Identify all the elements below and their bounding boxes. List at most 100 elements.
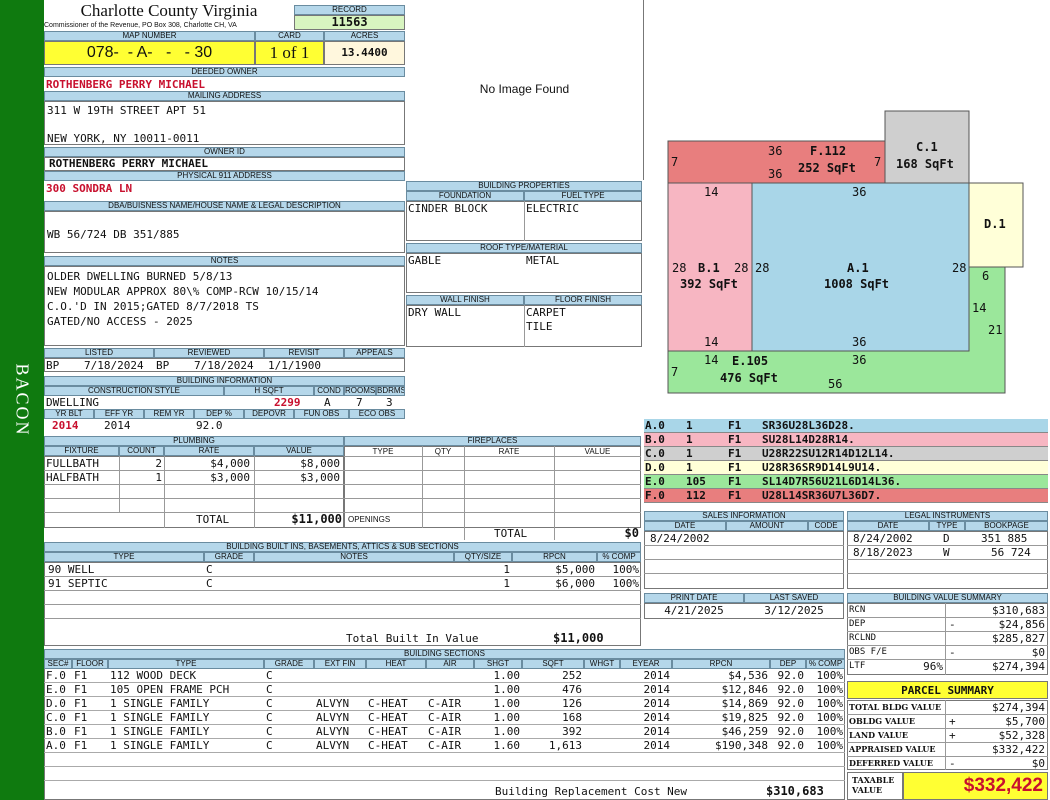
parcel-value: $5,700 <box>1005 715 1045 728</box>
building-properties: BUILDING PROPERTIES FOUNDATION FUEL TYPE… <box>406 181 642 347</box>
builtin-comp: 100% <box>612 563 640 576</box>
sketch-label: 1008 SqFt <box>824 277 889 291</box>
bdrms-value: 3 <box>386 396 393 409</box>
plumbing-total: $11,000 <box>291 512 342 526</box>
section-cell: 476 <box>562 683 582 696</box>
sale-date: 8/24/2002 <box>650 532 710 545</box>
sketch-dim: 7 <box>671 155 678 169</box>
section-cell: E.0 <box>46 683 66 696</box>
parcel-op: + <box>949 715 956 728</box>
bvs-value: $274,394 <box>992 660 1045 673</box>
bvs-value: $0 <box>1031 646 1045 659</box>
hsqft-label: H SQFT <box>224 386 314 396</box>
section-cell: 252 <box>562 669 582 682</box>
section-cell: 100% <box>816 683 844 696</box>
wall-value: DRY WALL <box>408 306 461 319</box>
legend-desc: SR36U28L36D28. <box>762 419 855 432</box>
builtins-total: $11,000 <box>553 631 604 645</box>
hsqft-value: 2299 <box>274 396 301 409</box>
legend-count: 1 <box>686 447 693 460</box>
print-section: PRINT DATE LAST SAVED 4/21/2025 3/12/202… <box>644 593 844 619</box>
sales-header: CODE <box>808 521 844 531</box>
sections-header: SQFT <box>522 659 584 669</box>
bvs-op: 96% <box>923 660 943 673</box>
fuel-label: FUEL TYPE <box>524 191 642 201</box>
legal-header: DATE <box>847 521 929 531</box>
section-cell: 1 SINGLE FAMILY <box>110 711 210 724</box>
sketch-dim: 36 <box>852 185 866 199</box>
dba-label: DBA/BUISNESS NAME/HOUSE NAME & LEGAL DES… <box>44 201 405 211</box>
builtins-section: BUILDING BUILT INS, BASEMENTS, ATTICS & … <box>44 542 641 646</box>
section-cell: C.0 <box>46 711 66 724</box>
taxable-label-line: TAXABLE <box>852 775 895 785</box>
foundation-label: FOUNDATION <box>406 191 524 201</box>
sketch-dim: 36 <box>768 167 782 181</box>
print-date: 4/21/2025 <box>664 604 724 617</box>
sales-label: SALES INFORMATION <box>644 511 844 521</box>
reviewed-label: REVIEWED <box>154 348 264 358</box>
section-cell: $4,536 <box>728 669 768 682</box>
sketch-dim: 36 <box>768 144 782 158</box>
reviewed-by: BP <box>156 359 170 372</box>
section-cell: 112 WOOD DECK <box>110 669 197 682</box>
owner-id-label: OWNER ID <box>44 147 405 157</box>
section-cell: F1 <box>74 739 88 752</box>
sections-header: AIR <box>426 659 474 669</box>
cond-value: A <box>324 396 331 409</box>
plumbing-header: VALUE <box>254 446 344 456</box>
builtin-type: 90 WELL <box>48 563 95 576</box>
legend-row: B.0 1 F1 SU28L14D28R14. <box>644 433 1048 447</box>
section-cell: 100% <box>816 669 844 682</box>
section-cell: $46,259 <box>721 725 768 738</box>
sketch-label: D.1 <box>984 217 1006 231</box>
builtin-qty: 1 <box>503 577 510 590</box>
bvs-value: $285,827 <box>992 632 1045 645</box>
legal-type: D <box>943 532 950 545</box>
legend-code: C.0 <box>645 447 665 460</box>
section-cell: 92.0 <box>777 711 805 724</box>
parcel-key: APPRAISED VALUE <box>849 744 936 754</box>
note-line: C.O.'D IN 2015;GATED 8/7/2018 TS <box>47 300 259 313</box>
legend-row: D.0 1 F1 U28R36SR9D14L9U14. <box>644 461 1048 475</box>
appeals-label: APPEALS <box>344 348 405 358</box>
county-title: Charlotte County Virginia <box>80 1 258 20</box>
plumbing-fixture: FULLBATH <box>46 457 99 470</box>
builtin-rpcn: $5,000 <box>555 563 595 576</box>
sections-header: FLOOR <box>72 659 108 669</box>
section-cell: C <box>266 669 273 682</box>
listed-label: LISTED <box>44 348 154 358</box>
plumbing-rate: $3,000 <box>210 471 250 484</box>
legend-count: 1 <box>686 461 693 474</box>
builtin-comp: 100% <box>612 577 640 590</box>
print-date-label: PRINT DATE <box>644 593 744 603</box>
legend-floor: F1 <box>728 433 742 446</box>
section-cell: 1,613 <box>548 739 582 752</box>
sketch-dim: 36 <box>852 335 866 349</box>
sketch-dim: 56 <box>828 377 842 391</box>
fireplaces-total: $0 <box>624 526 639 540</box>
builtin-grade: C <box>206 577 213 590</box>
section-cell: 1 SINGLE FAMILY <box>110 697 210 710</box>
section-cell: ALVYN <box>316 739 350 752</box>
section-cell: 1.00 <box>493 669 521 682</box>
section-cell: $190,348 <box>715 739 768 752</box>
plumbing-total-label: TOTAL <box>196 513 230 526</box>
bdrms-label: BDRMS <box>376 386 405 396</box>
map-number: 078- - A- - - 30 <box>44 41 255 65</box>
section-cell: B.0 <box>46 725 66 738</box>
parcel-summary-label: PARCEL SUMMARY <box>847 681 1048 699</box>
plumbing-label: PLUMBING <box>44 436 344 446</box>
legal-label: LEGAL INSTRUMENTS <box>847 511 1048 521</box>
building-info-label: BUILDING INFORMATION <box>44 376 405 386</box>
physical-label: PHYSICAL 911 ADDRESS <box>44 171 405 181</box>
legend-code: A.0 <box>645 419 665 432</box>
section-cell: 1 SINGLE FAMILY <box>110 739 210 752</box>
sketch-label: C.1 <box>916 140 938 154</box>
notes-label: NOTES <box>44 256 405 266</box>
bvs-op: - <box>949 646 956 659</box>
sketch-label: A.1 <box>847 261 869 275</box>
rooms-value: 7 <box>356 396 363 409</box>
section-cell: F.0 <box>46 669 66 682</box>
wall-label: WALL FINISH <box>406 295 524 305</box>
parcel-key: TOTAL BLDG VALUE <box>849 702 942 712</box>
